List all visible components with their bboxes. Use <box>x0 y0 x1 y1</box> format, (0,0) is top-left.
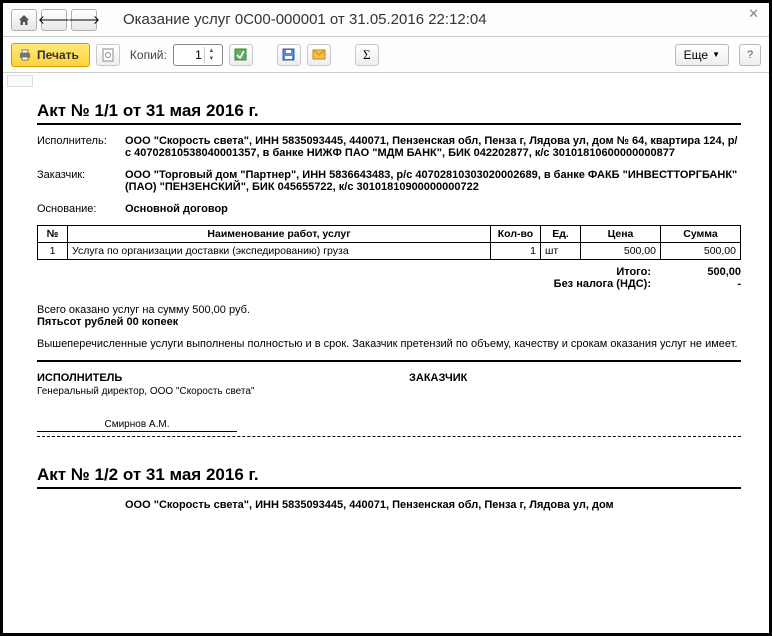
mail-button[interactable] <box>307 44 331 66</box>
sig-executor-name: Смирнов А.М. <box>37 419 237 432</box>
home-button[interactable] <box>11 9 37 31</box>
sum-button[interactable]: Σ <box>355 44 379 66</box>
print-label: Печать <box>37 48 79 62</box>
settings-button[interactable] <box>229 44 253 66</box>
th-price: Цена <box>581 226 661 243</box>
more-button[interactable]: Еще ▼ <box>675 44 729 66</box>
document-area[interactable]: Акт № 1/1 от 31 мая 2016 г. Исполнитель:… <box>3 75 769 633</box>
customer-value: ООО "Торговый дом "Партнер", ИНН 5836643… <box>125 169 741 193</box>
table-row: 1 Услуга по организации доставки (экспед… <box>38 243 741 260</box>
titlebar: 🡐 🡒 Оказание услуг 0С00-000001 от 31.05.… <box>3 3 769 37</box>
preview-button[interactable] <box>96 44 120 66</box>
sig-executor-sub: Генеральный директор, ООО "Скорость свет… <box>37 386 369 397</box>
executor-label: Исполнитель: <box>37 135 125 159</box>
vat-value: - <box>681 278 741 290</box>
sig-customer-title: ЗАКАЗЧИК <box>409 372 741 384</box>
forward-button[interactable]: 🡒 <box>71 9 97 31</box>
copies-input[interactable] <box>174 47 204 63</box>
basis-value: Основной договор <box>125 203 741 215</box>
customer-label: Заказчик: <box>37 169 125 193</box>
th-sum: Сумма <box>661 226 741 243</box>
services-table: № Наименование работ, услуг Кол-во Ед. Ц… <box>37 225 741 260</box>
window-title: Оказание услуг 0С00-000001 от 31.05.2016… <box>123 11 487 28</box>
ruler-corner <box>7 75 33 87</box>
th-qty: Кол-во <box>491 226 541 243</box>
vat-label: Без налога (НДС): <box>521 278 651 290</box>
executor-value: ООО "Скорость света", ИНН 5835093445, 44… <box>125 499 741 511</box>
act-title: Акт № 1/1 от 31 мая 2016 г. <box>37 101 741 121</box>
completion-note: Вышеперечисленные услуги выполнены полно… <box>37 338 741 350</box>
act-title: Акт № 1/2 от 31 мая 2016 г. <box>37 465 741 485</box>
back-button[interactable]: 🡐 <box>41 9 67 31</box>
th-unit: Ед. <box>541 226 581 243</box>
close-button[interactable]: ✕ <box>748 6 759 22</box>
executor-value: ООО "Скорость света", ИНН 5835093445, 44… <box>125 135 741 159</box>
th-num: № <box>38 226 68 243</box>
copies-label: Копий: <box>130 48 167 62</box>
total-label: Итого: <box>521 266 651 278</box>
sig-executor-title: ИСПОЛНИТЕЛЬ <box>37 372 369 384</box>
help-button[interactable]: ? <box>739 44 761 66</box>
save-button[interactable] <box>277 44 301 66</box>
total-value: 500,00 <box>681 266 741 278</box>
th-name: Наименование работ, услуг <box>68 226 491 243</box>
copies-spinner[interactable]: ▲▼ <box>173 44 223 66</box>
basis-label: Основание: <box>37 203 125 215</box>
sum-words: Пятьсот рублей 00 копеек <box>37 316 741 328</box>
toolbar: Печать Копий: ▲▼ Σ Еще ▼ ? <box>3 37 769 73</box>
print-button[interactable]: Печать <box>11 43 90 67</box>
sum-words-prefix: Всего оказано услуг на сумму 500,00 руб. <box>37 304 741 316</box>
